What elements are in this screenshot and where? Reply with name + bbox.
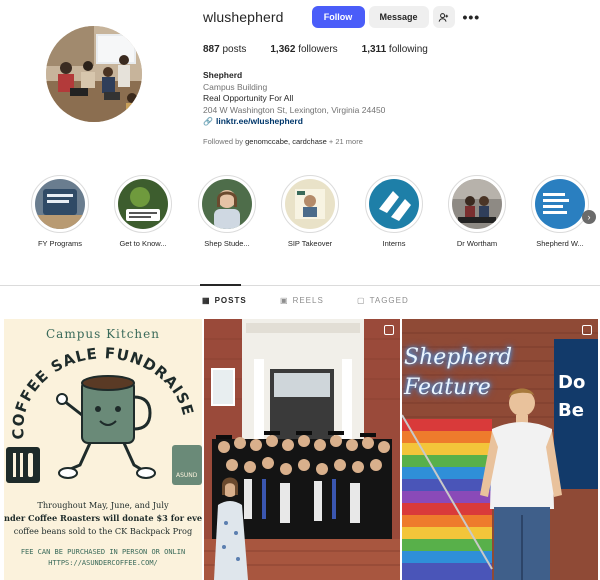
following-label: following [388,44,428,55]
tagged-icon: ▢ [357,296,366,305]
post1-body-line: coffee beans sold to the CK Backpack Pro… [13,526,193,536]
highlight-fy-programs[interactable]: FY Programs [20,175,100,248]
post3-neon-sign: Shepherd Feature [404,343,512,403]
following-stat[interactable]: 1,311 following [362,44,428,55]
profile-avatar[interactable] [46,26,142,122]
tab-reels[interactable]: ▣ REELS [280,296,324,305]
tabs-divider [0,285,600,286]
highlight-shep-students[interactable]: Shep Stude... [187,175,267,248]
post1-title: Campus Kitchen [45,327,160,341]
highlight-ring [31,175,89,233]
link-icon: 🔗 [203,117,213,126]
highlight-label: Interns [382,239,406,248]
profile-link-text[interactable]: linktr.ee/wlushepherd [216,116,303,128]
highlight-dr-wortham[interactable]: Dr Wortham [437,175,517,248]
post-coffee-fundraiser[interactable]: COFFEE SALE FUNDRAISER ASUND Campus Kitc… [4,319,202,580]
tab-reels-label: REELS [292,296,324,305]
post1-sign: ASUND [176,472,198,479]
message-button[interactable]: Message [368,6,429,28]
carousel-icon [384,325,394,335]
posts-stat: 887 posts [203,44,246,55]
posts-label: posts [222,44,247,55]
highlight-ring [114,175,172,233]
profile-stats: 887 posts 1,362 followers 1,311 followin… [203,44,452,55]
followed-by-suffix: + 21 more [326,137,363,146]
active-tab-indicator [200,284,241,286]
carousel-icon [582,325,592,335]
followed-by-prefix: Followed by [203,137,246,146]
highlight-ring [281,175,339,233]
highlight-label: FY Programs [37,239,83,248]
profile-name: Shepherd [203,70,243,80]
post-shepherd-feature[interactable]: Shepherd Feature Do Be [402,319,598,580]
highlight-label: Dr Wortham [456,239,498,248]
highlight-ring [531,175,589,233]
profile-top-row: wlushepherd Follow Message ••• [203,6,480,28]
profile-address[interactable]: 204 W Washington St, Lexington, Virginia… [203,105,385,117]
chevron-right-icon[interactable]: › [582,210,596,224]
highlight-get-to-know[interactable]: Get to Know... [103,175,183,248]
highlight-interns[interactable]: Interns [354,175,434,248]
profile-category: Campus Building [203,81,268,92]
followers-label: followers [298,44,338,55]
followed-by-names[interactable]: genomccabe, cardchase [245,137,327,146]
followers-count: 1,362 [270,44,296,55]
post-graduation-photo[interactable] [204,319,400,580]
post1-footer: FEE CAN BE PURCHASED IN PERSON OR ONLIN … [4,547,202,569]
followed-by[interactable]: Followed by genomccabe, cardchase + 21 m… [203,137,363,146]
highlight-label: Shepherd W... [536,239,584,248]
tab-tagged-label: TAGGED [369,296,409,305]
posts-count: 887 [203,44,220,55]
highlight-label: Get to Know... [119,239,167,248]
highlight-ring [448,175,506,233]
story-highlights: FY Programs Get to Know... Shep Stude...… [20,175,600,255]
highlight-ring [198,175,256,233]
post1-footer-line: HTTPS://ASUNDERCOFFEE.COM/ [48,559,158,567]
highlight-sip-takeover[interactable]: SIP Takeover [270,175,350,248]
tab-posts[interactable]: ▦ POSTS [202,296,247,305]
profile-link[interactable]: 🔗 linktr.ee/wlushepherd [203,116,385,128]
profile-bio-line: Real Opportunity For All [203,93,294,103]
post3-neon-line: Shepherd [404,345,513,370]
follow-button[interactable]: Follow [311,6,365,28]
grid-icon: ▦ [202,296,211,305]
reels-icon: ▣ [280,296,289,305]
suggested-accounts-button[interactable] [432,6,455,28]
profile-bio: Shepherd Campus Building Real Opportunit… [203,70,385,128]
post1-body-line: nder Coffee Roasters will donate $3 for … [4,513,202,523]
highlight-ring [365,175,423,233]
followers-stat[interactable]: 1,362 followers [270,44,337,55]
more-options-icon[interactable]: ••• [463,10,481,24]
tab-tagged[interactable]: ▢ TAGGED [357,296,409,305]
profile-username: wlushepherd [203,9,284,25]
post1-body-line: Throughout May, June, and July [37,500,169,510]
person-add-icon [438,12,449,22]
post1-body: Throughout May, June, and July nder Coff… [4,499,202,538]
post3-neon-line: Feature [404,375,491,400]
post3-banner-text: Do Be [558,372,586,421]
post1-footer-line: FEE CAN BE PURCHASED IN PERSON OR ONLIN [20,548,186,556]
highlight-label: SIP Takeover [287,239,333,248]
highlight-label: Shep Stude... [204,239,250,248]
tab-posts-label: POSTS [214,296,247,305]
following-count: 1,311 [361,44,387,55]
